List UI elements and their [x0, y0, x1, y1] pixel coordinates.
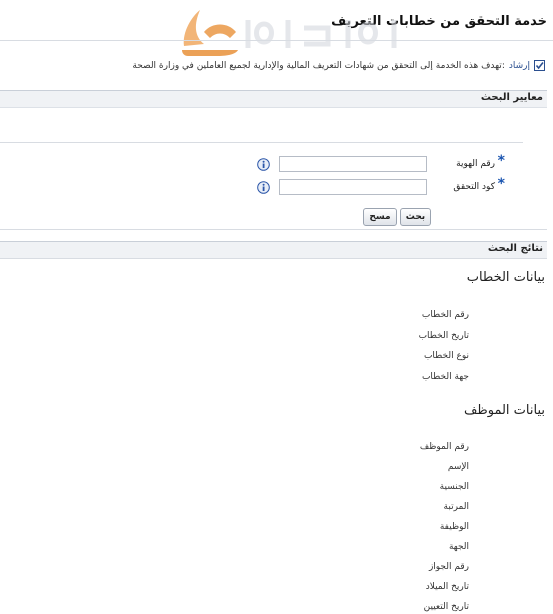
search-criteria-title: معايير البحث: [480, 92, 543, 103]
verification-code-input[interactable]: [279, 179, 427, 195]
employee-data-title: بيانات الموظف: [463, 403, 545, 418]
field-label: رقم الخطاب: [421, 310, 469, 320]
field-label: الوظيفة: [439, 522, 469, 532]
notice-lead: إرشاد: [508, 60, 530, 71]
field-label: جهة الخطاب: [421, 371, 469, 382]
search-results-title: نتائج البحث: [487, 243, 543, 254]
field-label: نوع الخطاب: [423, 351, 469, 361]
field-label: الإسم: [447, 462, 469, 472]
field-label: الجنسية: [439, 482, 469, 492]
letter-data-title: بيانات الخطاب: [466, 270, 545, 285]
id-number-input[interactable]: [279, 156, 427, 172]
field-label: تاريخ التعيين: [423, 602, 469, 612]
field-label: المرتبة: [443, 502, 469, 512]
info-icon[interactable]: [257, 158, 270, 171]
field-label: تاريخ الخطاب: [418, 330, 469, 341]
search-results-header: نتائج البحث: [0, 241, 547, 259]
notice-text: :تهدف هذه الخدمة إلى التحقق من شهادات ال…: [132, 60, 505, 71]
field-label: الجهة: [448, 542, 469, 552]
clear-button[interactable]: مسح: [363, 208, 397, 226]
watermark-logo-icon: [182, 10, 397, 56]
info-icon[interactable]: [257, 181, 270, 194]
notice-line: إرشاد:تهدف هذه الخدمة إلى التحقق من شهاد…: [132, 60, 545, 71]
id-number-label: رقم الهوية: [456, 159, 495, 169]
checkmark-icon: [534, 60, 545, 71]
required-marker: *: [497, 153, 505, 169]
search-criteria-header: معايير البحث: [0, 90, 547, 108]
required-marker: *: [497, 176, 505, 192]
field-label: تاريخ الميلاد: [425, 582, 469, 592]
search-button[interactable]: بحث: [400, 208, 431, 226]
verification-code-label: كود التحقق: [453, 182, 495, 192]
field-label: رقم الموظف: [419, 442, 469, 452]
field-label: رقم الجواز: [428, 562, 469, 572]
